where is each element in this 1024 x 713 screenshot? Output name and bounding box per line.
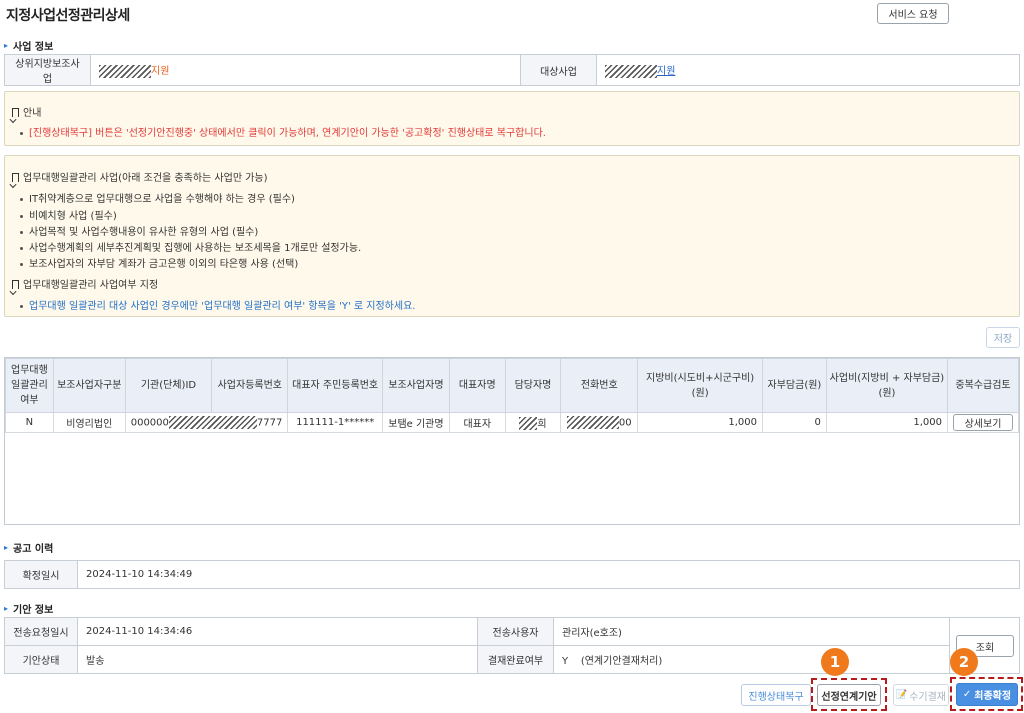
delegation-notice-title: 업무대행일괄관리 사업(아래 조건을 충족하는 사업만 가능) [12,169,268,184]
draft-status-value: 발송 [77,645,478,674]
approval-label: 결재완료여부 [477,645,554,674]
sender-value: 관리자(e호조) [553,617,950,646]
confirm-date-value: 2024-11-10 14:34:49 [77,560,1020,589]
triangle-bullet-icon: ▸ [4,543,9,552]
masked-text [605,64,657,78]
bookmark-icon [12,108,19,117]
service-request-button[interactable]: 서비스 요청 [877,3,949,24]
col-header-delegation: 업무대행 일괄관리 여부 [5,358,54,413]
col-header-duplicate-check: 중복수급검토 [947,358,1019,413]
col-header-phone: 전화번호 [560,358,639,413]
cell-agency-type: 비영리법인 [52,412,126,433]
draft-info-table: 전송요청일시 2024-11-10 14:34:46 전송사용자 관리자(e호조… [4,617,950,674]
guide-notice-box: 안내 [진행상태복구] 버튼은 '선정기안진행중' 상태에서만 클릭이 가능하며… [4,91,1020,146]
triangle-bullet-icon: ▸ [4,604,9,613]
sender-label: 전송사용자 [477,617,554,646]
col-header-self-fund: 자부담금(원) [761,358,827,413]
cell-local-fund: 1,000 [637,412,763,433]
bookmark-icon [12,280,19,289]
document-icon: 📝 [895,690,908,700]
condition-item: IT취약계층으로 업무대행으로 사업을 수행해야 하는 경우 (필수) [20,190,295,205]
cell-id: 000000 7777 [124,412,289,433]
col-header-brn: 사업자등록번호 [211,358,289,413]
delegation-notice-box: 업무대행일괄관리 사업(아래 조건을 충족하는 사업만 가능) IT취약계층으로… [4,155,1020,317]
save-button[interactable]: 저장 [986,327,1020,348]
condition-item: 사업목적 및 사업수행내용이 유사한 유형의 사업 (필수) [20,223,258,238]
cell-detail: 상세보기 [947,412,1019,433]
highlight-box-1 [811,678,887,711]
restore-status-button[interactable]: 진행상태복구 [741,684,811,706]
send-date-value: 2024-11-10 14:34:46 [77,617,478,646]
col-header-local-fund: 지방비(시도비+시군구비)(원) [637,358,763,413]
guide-notice-line: [진행상태복구] 버튼은 '선정기안진행중' 상태에서만 클릭이 가능하며, 연… [20,124,546,139]
masked-text [519,417,538,431]
bookmark-icon [12,173,19,182]
designation-title: 업무대행일괄관리 사업여부 지정 [12,276,158,291]
designation-line: 업무대행 일괄관리 대상 사업인 경우에만 '업무대행 일괄관리 여부' 항목을… [20,297,415,312]
cell-self-fund: 0 [761,412,827,433]
condition-item: 사업수행계획의 세부추진계획및 집행에 사용하는 보조세목을 1개로만 설정가능… [20,239,361,254]
cell-rep: 대표자 [448,412,506,433]
parent-program-value: 지원 [90,54,521,86]
delegation-select[interactable]: N [5,412,54,433]
cell-total: 1,000 [825,412,949,433]
send-date-label: 전송요청일시 [4,617,78,646]
step-badge-2: 2 [950,648,978,676]
highlight-box-2 [950,677,1023,711]
detail-view-button[interactable]: 상세보기 [953,414,1013,431]
draft-status-label: 기안상태 [4,645,78,674]
target-program-label: 대상사업 [520,54,597,86]
col-header-manager: 담당자명 [504,358,562,413]
masked-text [168,416,257,429]
masked-text [566,416,619,429]
col-header-rep: 대표자명 [448,358,506,413]
page-title: 지정사업선정관리상세 [6,8,130,24]
cell-phone: 00 [560,412,639,433]
condition-item: 비예치형 사업 (필수) [20,207,117,222]
cell-manager: 희 [504,412,562,433]
recipient-table: 업무대행 일괄관리 여부 보조사업자구분 기관(단체)ID 사업자등록번호 대표자 … [4,357,1020,525]
approval-value: Y (연계기안결재처리) [553,645,950,674]
col-header-rrn: 대표자 주민등록번호 [287,358,383,413]
col-header-id: 기관(단체)ID [124,358,213,413]
condition-item: 보조사업자의 자부담 계좌가 금고은행 이외의 타은행 사용 (선택) [20,255,298,270]
col-header-name: 보조사업자명 [381,358,450,413]
notice-history-table: 확정일시 2024-11-10 14:34:49 [4,560,1020,589]
parent-program-label: 상위지방보조사업 [4,54,91,86]
business-info-table: 상위지방보조사업 지원 대상사업 지원 [4,54,1020,86]
manual-approval-button[interactable]: 📝 수기결재 [893,684,949,706]
step-badge-1: 1 [821,648,849,676]
col-header-total: 사업비(지방비 + 자부담금)(원) [825,358,949,413]
guide-notice-title: 안내 [12,104,41,119]
col-header-type: 보조사업자구분 [52,358,126,413]
confirm-date-label: 확정일시 [4,560,78,589]
target-program-value[interactable]: 지원 [596,54,1020,86]
draft-info-heading: ▸ 기안 정보 [4,604,54,616]
table-row: N 비영리법인 000000 7777 111111-1****** 보탬e 기관… [5,412,1019,433]
triangle-bullet-icon: ▸ [4,41,9,50]
cell-name: 보탬e 기관명 [381,412,450,433]
cell-rrn: 111111-1****** [287,412,383,433]
business-info-heading: ▸ 사업 정보 [4,41,54,53]
notice-history-heading: ▸ 공고 이력 [4,543,54,555]
masked-text [99,64,151,78]
